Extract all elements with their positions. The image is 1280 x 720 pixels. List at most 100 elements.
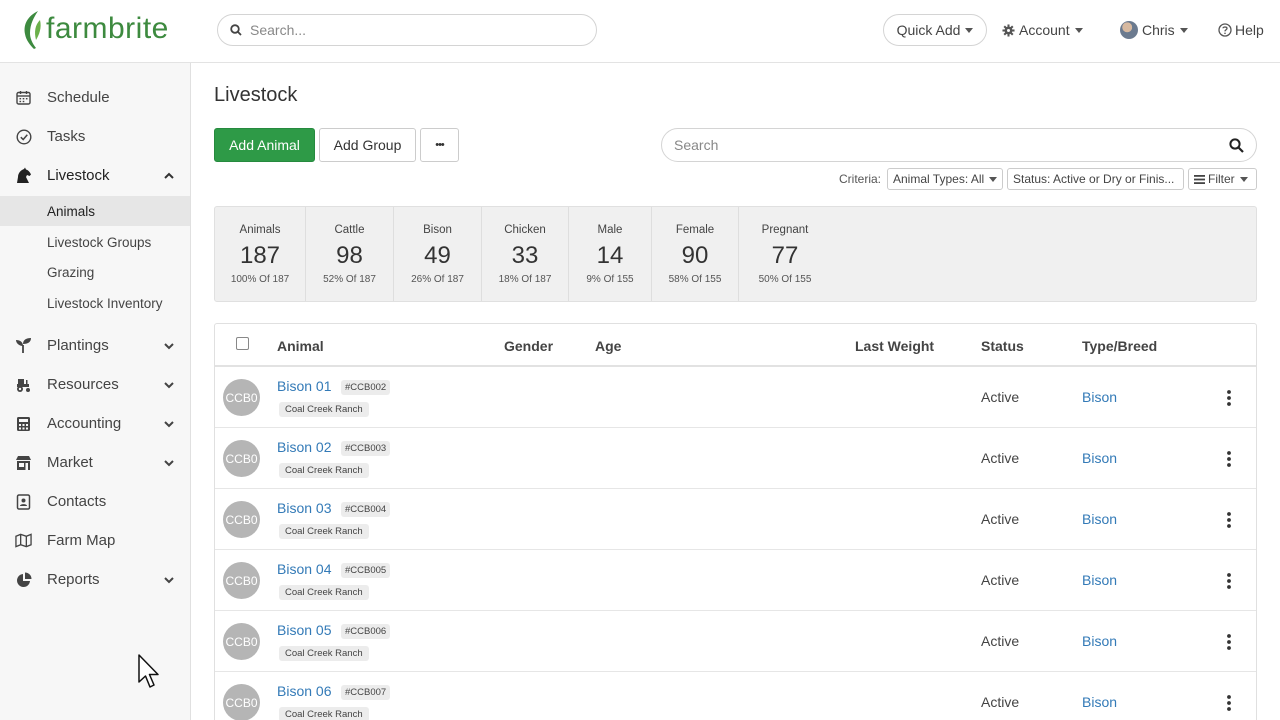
animal-breed-link[interactable]: Bison (1082, 511, 1117, 527)
leaf-icon (24, 11, 41, 49)
animal-name-link[interactable]: Bison 02 (277, 439, 331, 455)
question-circle-icon (1218, 23, 1232, 37)
table-row[interactable]: CCB0 Bison 01 #CCB002 Coal Creek Ranch A… (215, 367, 1256, 428)
table-row[interactable]: CCB0 Bison 02 #CCB003 Coal Creek Ranch A… (215, 428, 1256, 489)
stat-male[interactable]: Male 14 9% Of 155 (569, 207, 652, 301)
farmbrite-logo[interactable]: farmbrite (22, 10, 169, 50)
sidebar-item-accounting[interactable]: Accounting (0, 404, 190, 443)
sidebar-item-schedule[interactable]: Schedule (0, 78, 190, 117)
caret-down-icon (1074, 27, 1083, 33)
sidebar-item-label: Accounting (47, 415, 122, 432)
stat-subtext: 18% Of 187 (498, 274, 552, 285)
filter-button[interactable]: Filter (1188, 168, 1257, 190)
animal-types-filter[interactable]: Animal Types: All (887, 168, 1003, 190)
animal-breed-link[interactable]: Bison (1082, 694, 1117, 710)
kebab-menu-icon[interactable] (1224, 693, 1234, 713)
stat-label: Animals (239, 224, 281, 236)
animal-avatar: CCB0 (223, 684, 260, 720)
stat-bison[interactable]: Bison 49 26% Of 187 (394, 207, 482, 301)
sidebar-item-market[interactable]: Market (0, 443, 190, 482)
add-animal-button[interactable]: Add Animal (214, 128, 315, 162)
top-header: farmbrite Quick Add Account Chris (0, 0, 1280, 63)
select-all-checkbox[interactable] (236, 337, 249, 350)
table-row[interactable]: CCB0 Bison 06 #CCB007 Coal Creek Ranch A… (215, 672, 1256, 720)
calculator-icon (15, 415, 32, 432)
account-menu[interactable]: Account (1002, 14, 1083, 46)
sidebar-item-tasks[interactable]: Tasks (0, 117, 190, 156)
help-label: Help (1235, 22, 1264, 38)
kebab-menu-icon[interactable] (1224, 632, 1234, 652)
kebab-menu-icon[interactable] (1224, 449, 1234, 469)
search-icon[interactable] (1229, 138, 1244, 153)
animal-search[interactable] (661, 128, 1257, 162)
sidebar-item-resources[interactable]: Resources (0, 365, 190, 404)
sidebar-item-farm-map[interactable]: Farm Map (0, 521, 190, 560)
animal-name-link[interactable]: Bison 05 (277, 622, 331, 638)
sidebar-item-contacts[interactable]: Contacts (0, 482, 190, 521)
mouse-cursor-icon (138, 654, 159, 688)
animal-avatar: CCB0 (223, 623, 260, 660)
table-row[interactable]: CCB0 Bison 05 #CCB006 Coal Creek Ranch A… (215, 611, 1256, 672)
status-filter[interactable]: Status: Active or Dry or Finis... (1007, 168, 1184, 190)
status-filter-label: Status: Active or Dry or Finis... (1013, 172, 1175, 186)
column-header-animal[interactable]: Animal (277, 338, 324, 354)
animal-name-link[interactable]: Bison 01 (277, 378, 331, 394)
global-search-input[interactable] (250, 22, 570, 38)
animal-name-link[interactable]: Bison 06 (277, 683, 331, 699)
stat-chicken[interactable]: Chicken 33 18% Of 187 (482, 207, 569, 301)
table-row[interactable]: CCB0 Bison 04 #CCB005 Coal Creek Ranch A… (215, 550, 1256, 611)
sidebar-item-plantings[interactable]: Plantings (0, 326, 190, 365)
add-group-button[interactable]: Add Group (319, 128, 416, 162)
sidebar-subitem-grazing[interactable]: Grazing (0, 257, 190, 287)
sidebar-subitem-livestock-groups[interactable]: Livestock Groups (0, 227, 190, 257)
column-header-last-weight[interactable]: Last Weight (855, 338, 934, 354)
table-row[interactable]: CCB0 Bison 03 #CCB004 Coal Creek Ranch A… (215, 489, 1256, 550)
sidebar-subitem-animals[interactable]: Animals (0, 196, 190, 226)
kebab-menu-icon[interactable] (1224, 388, 1234, 408)
stat-label: Male (597, 224, 623, 236)
brand-name: farmbrite (46, 12, 169, 45)
criteria-label: Criteria: (839, 172, 882, 186)
quick-add-button[interactable]: Quick Add (883, 14, 987, 46)
animal-breed-link[interactable]: Bison (1082, 389, 1117, 405)
search-icon (230, 24, 242, 36)
global-search[interactable] (217, 14, 597, 46)
stat-subtext: 58% Of 155 (668, 274, 722, 285)
animal-breed-link[interactable]: Bison (1082, 633, 1117, 649)
sidebar-item-reports[interactable]: Reports (0, 560, 190, 599)
column-header-gender[interactable]: Gender (504, 338, 553, 354)
sidebar-item-label: Reports (47, 571, 100, 588)
column-header-type-breed[interactable]: Type/Breed (1082, 338, 1157, 354)
chevron-down-icon (164, 420, 174, 427)
stat-cattle[interactable]: Cattle 98 52% Of 187 (306, 207, 394, 301)
stat-pregnant[interactable]: Pregnant 77 50% Of 155 (739, 207, 831, 301)
caret-down-icon (1179, 27, 1188, 33)
filter-label: Filter (1208, 172, 1235, 186)
animal-breed-link[interactable]: Bison (1082, 572, 1117, 588)
sidebar-subitem-livestock-inventory[interactable]: Livestock Inventory (0, 288, 190, 318)
stat-female[interactable]: Female 90 58% Of 155 (652, 207, 739, 301)
animal-types-label: Animal Types: All (893, 172, 985, 186)
column-header-status[interactable]: Status (981, 338, 1024, 354)
user-menu[interactable]: Chris (1120, 14, 1188, 46)
animal-search-input[interactable] (674, 137, 1214, 153)
stat-value: 33 (511, 242, 539, 269)
animal-breed-link[interactable]: Bison (1082, 450, 1117, 466)
sidebar-item-livestock[interactable]: Livestock (0, 156, 190, 195)
sidebar-item-label: Livestock (47, 167, 110, 184)
column-header-age[interactable]: Age (595, 338, 621, 354)
stat-animals[interactable]: Animals 187 100% Of 187 (215, 207, 306, 301)
location-badge: Coal Creek Ranch (279, 707, 369, 720)
kebab-menu-icon[interactable] (1224, 571, 1234, 591)
animal-name-link[interactable]: Bison 04 (277, 561, 331, 577)
animal-name-link[interactable]: Bison 03 (277, 500, 331, 516)
sidebar-item-label: Schedule (47, 89, 110, 106)
help-link[interactable]: Help (1218, 14, 1264, 46)
more-options-button[interactable]: ••• (420, 128, 459, 162)
user-avatar (1120, 21, 1138, 39)
chevron-down-icon (164, 381, 174, 388)
animal-tag-badge: #CCB006 (341, 624, 391, 639)
animal-avatar: CCB0 (223, 379, 260, 416)
sidebar-item-label: Plantings (47, 337, 109, 354)
kebab-menu-icon[interactable] (1224, 510, 1234, 530)
